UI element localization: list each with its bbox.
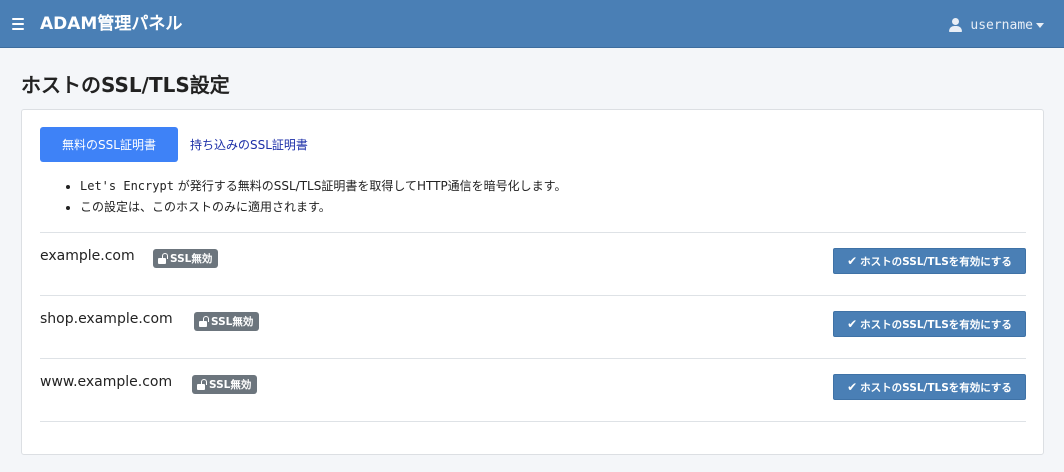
check-icon: ✔	[847, 317, 858, 331]
page-title: ホストのSSL/TLS設定	[21, 73, 230, 97]
note-item: Let's Encrypt が発行する無料のSSL/TLS証明書を取得してHTT…	[80, 176, 566, 197]
hamburger-icon[interactable]	[12, 14, 28, 34]
ssl-status-badge: SSL無効	[192, 375, 258, 394]
user-menu[interactable]: username	[949, 14, 1044, 36]
unlock-icon	[199, 316, 209, 327]
top-navbar: ADAM管理パネル username	[0, 0, 1064, 48]
unlock-icon	[197, 379, 207, 390]
app-brand[interactable]: ADAM管理パネル	[40, 12, 182, 36]
enable-ssl-label: ホストのSSL/TLSを有効にする	[860, 255, 1012, 268]
tab-free-ssl[interactable]: 無料のSSL証明書	[40, 127, 178, 162]
enable-ssl-button[interactable]: ✔ ホストのSSL/TLSを有効にする	[833, 311, 1026, 337]
enable-ssl-label: ホストのSSL/TLSを有効にする	[860, 381, 1012, 394]
host-row: example.com SSL無効 ✔ ホストのSSL/TLSを有効にする	[40, 232, 1026, 295]
info-notes: Let's Encrypt が発行する無料のSSL/TLS証明書を取得してHTT…	[80, 176, 566, 218]
badge-label: SSL無効	[211, 316, 254, 328]
badge-label: SSL無効	[209, 379, 252, 391]
ssl-status-badge: SSL無効	[153, 249, 219, 268]
badge-label: SSL無効	[170, 253, 213, 265]
note-item: この設定は、このホストのみに適用されます。	[80, 197, 566, 218]
ssl-settings-card: 無料のSSL証明書 持ち込みのSSL証明書 Let's Encrypt が発行す…	[21, 109, 1044, 455]
check-icon: ✔	[847, 254, 858, 268]
host-name: example.com	[40, 248, 135, 264]
tab-bring-your-own-ssl[interactable]: 持ち込みのSSL証明書	[190, 127, 308, 162]
ssl-status-badge: SSL無効	[194, 312, 260, 331]
unlock-icon	[158, 253, 168, 264]
host-name: shop.example.com	[40, 311, 173, 327]
lets-encrypt-code: Let's Encrypt	[80, 179, 174, 193]
check-icon: ✔	[847, 380, 858, 394]
enable-ssl-button[interactable]: ✔ ホストのSSL/TLSを有効にする	[833, 248, 1026, 274]
note-text: が発行する無料のSSL/TLS証明書を取得してHTTP通信を暗号化します。	[173, 179, 567, 193]
user-icon	[949, 17, 963, 33]
host-row: www.example.com SSL無効 ✔ ホストのSSL/TLSを有効にす…	[40, 358, 1026, 421]
enable-ssl-button[interactable]: ✔ ホストのSSL/TLSを有効にする	[833, 374, 1026, 400]
divider	[40, 421, 1026, 422]
caret-down-icon	[1036, 22, 1044, 28]
username-label: username	[970, 17, 1033, 33]
host-name: www.example.com	[40, 374, 173, 390]
enable-ssl-label: ホストのSSL/TLSを有効にする	[860, 318, 1012, 331]
host-row: shop.example.com SSL無効 ✔ ホストのSSL/TLSを有効に…	[40, 295, 1026, 358]
